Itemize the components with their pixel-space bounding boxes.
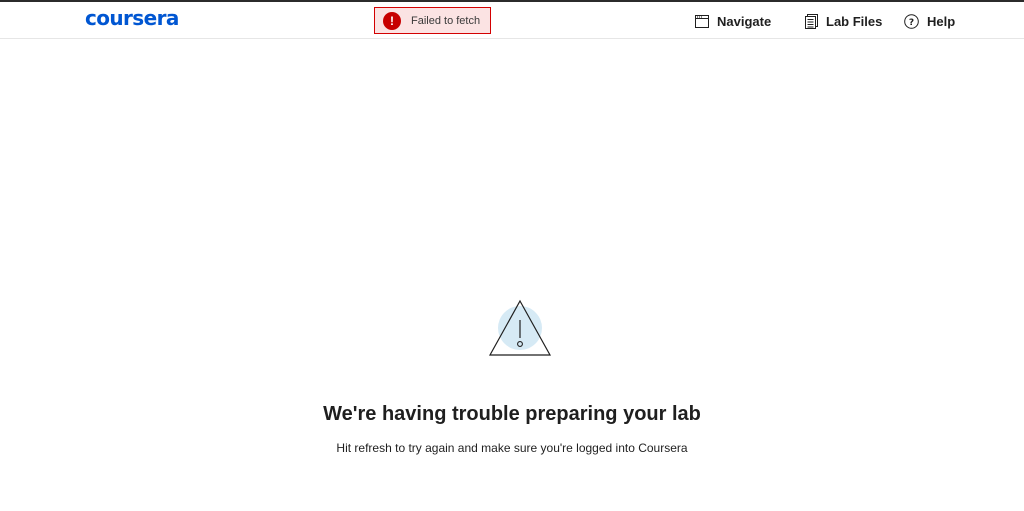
error-toast: ! Failed to fetch bbox=[374, 7, 491, 34]
files-icon bbox=[805, 13, 818, 29]
error-toast-message: Failed to fetch bbox=[411, 14, 481, 27]
window-icon bbox=[695, 14, 709, 28]
navigate-label: Navigate bbox=[717, 13, 772, 29]
warning-triangle-icon bbox=[488, 299, 552, 356]
lab-files-button[interactable]: Lab Files bbox=[805, 11, 882, 31]
help-label: Help bbox=[927, 13, 956, 29]
error-message: Hit refresh to try again and make sure y… bbox=[336, 441, 688, 455]
help-button[interactable]: ? Help bbox=[904, 11, 955, 31]
error-title: We're having trouble preparing your lab bbox=[323, 403, 701, 425]
app-header: coursera ! Failed to fetch Navigate Lab … bbox=[0, 2, 1024, 39]
help-circle-icon: ? bbox=[904, 13, 919, 29]
lab-files-label: Lab Files bbox=[826, 13, 883, 29]
error-icon: ! bbox=[383, 11, 401, 30]
svg-text:?: ? bbox=[909, 18, 914, 28]
navigate-button[interactable]: Navigate bbox=[695, 11, 771, 31]
coursera-logo[interactable]: coursera bbox=[85, 6, 179, 30]
